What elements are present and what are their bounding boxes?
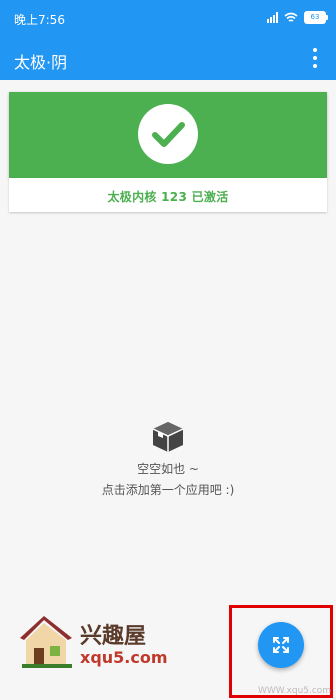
activation-status-card: 太极内核 123 已激活 [9,92,327,212]
status-bar: 晚上7:56 63 [0,0,336,36]
status-icons: 63 [267,11,328,24]
app-title: 太极·阴 [14,53,68,72]
activation-status-text: 太极内核 123 已激活 [107,190,229,204]
status-banner [9,92,327,178]
empty-hint: 点击添加第一个应用吧 :) [101,483,235,497]
watermark: 兴趣屋 xqu5.com [14,608,184,672]
highlight-box [229,605,333,698]
signal-icon [267,12,278,23]
battery-icon: 63 [304,11,328,24]
wifi-icon [284,12,298,22]
check-icon [138,104,198,164]
corner-watermark: WWW.xqu5.com [258,686,332,696]
house-logo-icon [20,616,72,668]
clock: 晚上7:56 [14,13,65,27]
empty-box-icon [152,422,184,452]
app-bar: 太极·阴 [0,36,336,80]
overflow-menu-icon[interactable] [306,48,324,68]
watermark-domain: xqu5.com [80,648,168,667]
empty-title: 空空如也 ~ [137,462,199,476]
status-label-area: 太极内核 123 已激活 [9,178,327,212]
watermark-brand: 兴趣屋 [80,624,147,649]
empty-state: 空空如也 ~ 点击添加第一个应用吧 :) [0,420,336,498]
